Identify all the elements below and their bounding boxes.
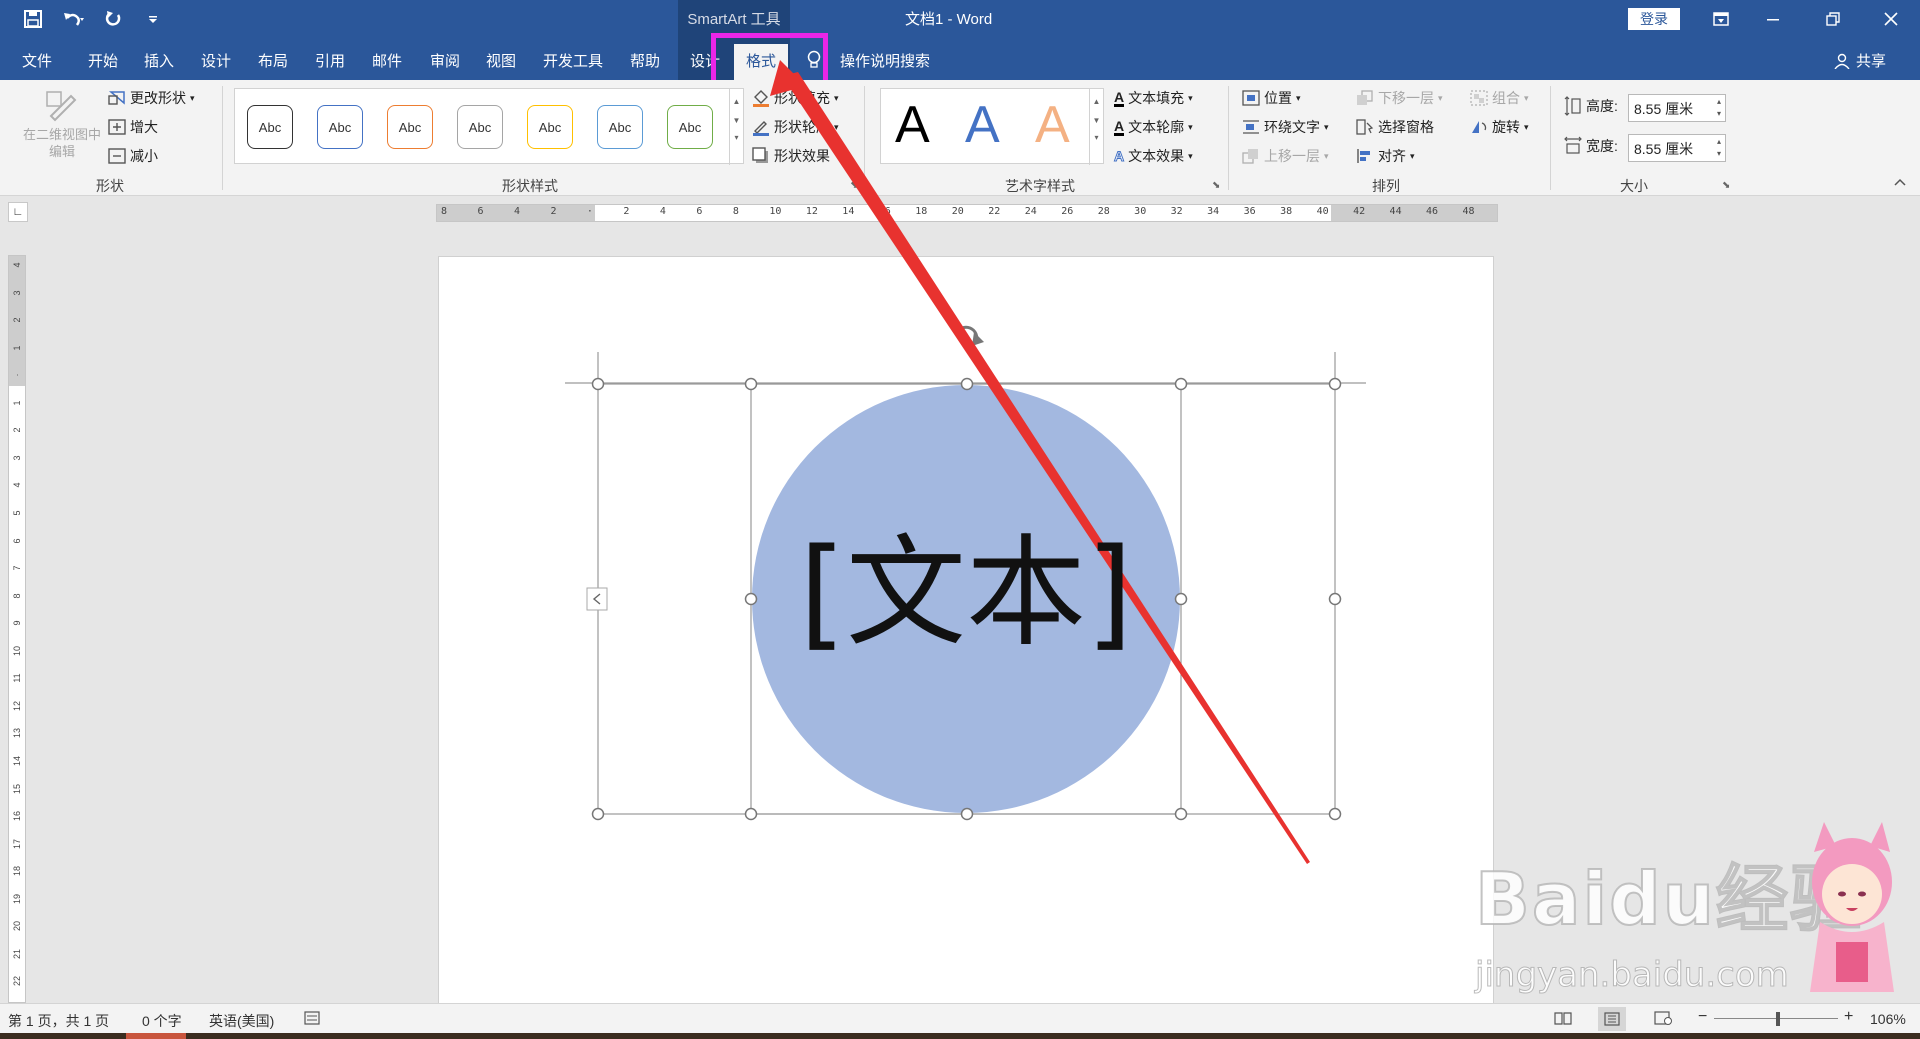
- zoom-in-icon[interactable]: +: [1844, 1008, 1853, 1026]
- zoom-level[interactable]: 106%: [1870, 1011, 1906, 1027]
- page-count[interactable]: 第 1 页，共 1 页: [8, 1011, 109, 1031]
- text-pane-toggle-icon[interactable]: [586, 587, 608, 611]
- baidu-watermark-url: jingyan.baidu.com: [1475, 955, 1790, 996]
- zoom-slider-thumb[interactable]: [1776, 1012, 1780, 1026]
- taskbar-strip: [0, 1033, 1920, 1039]
- macro-record-icon[interactable]: [304, 1011, 320, 1028]
- word-count[interactable]: 0 个字: [142, 1011, 182, 1031]
- status-bar: 第 1 页，共 1 页 0 个字 英语(美国) − + 106%: [0, 1003, 1920, 1033]
- web-layout-icon[interactable]: [1654, 1011, 1672, 1028]
- language-indicator[interactable]: 英语(美国): [209, 1011, 274, 1031]
- mascot-sticker: [1810, 822, 1894, 992]
- shape-text[interactable]: [文本]: [751, 514, 1181, 674]
- zoom-out-icon[interactable]: −: [1698, 1008, 1707, 1026]
- print-layout-icon[interactable]: [1598, 1007, 1626, 1031]
- taskbar-accent: [126, 1033, 186, 1039]
- read-mode-icon[interactable]: [1554, 1011, 1572, 1028]
